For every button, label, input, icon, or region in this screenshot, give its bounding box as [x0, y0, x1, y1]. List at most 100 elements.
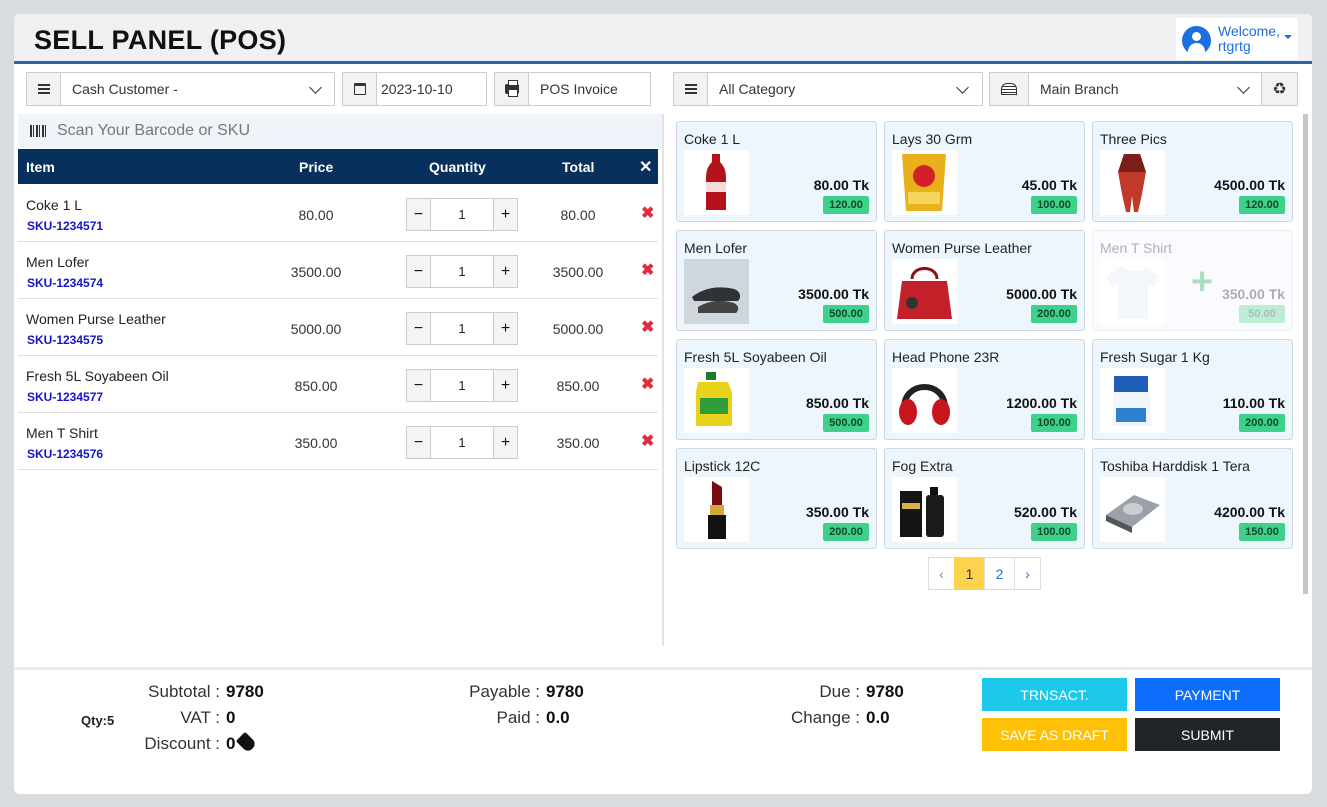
- product-price: 350.00 Tk: [805, 504, 869, 520]
- subtotal-value: 9780: [226, 682, 264, 701]
- menu-icon: [674, 73, 708, 105]
- recycle-icon: ♻: [1272, 81, 1287, 98]
- submit-button[interactable]: SUBMIT: [1135, 718, 1280, 751]
- pagination-page-1[interactable]: 1: [954, 557, 985, 590]
- product-card[interactable]: Men Lofer 3500.00 Tk 500.00: [676, 230, 877, 331]
- product-card[interactable]: Lays 30 Grm 45.00 Tk 100.00: [884, 121, 1085, 222]
- due-value: 9780: [866, 682, 904, 701]
- coke-bottle-image: [684, 150, 749, 215]
- decrement-button[interactable]: −: [407, 199, 431, 230]
- cart-item-name: Coke 1 L: [26, 197, 83, 213]
- cart-item-name: Fresh 5L Soyabeen Oil: [26, 368, 169, 384]
- col-price: Price: [299, 159, 334, 175]
- transact-button[interactable]: TRNSACT.: [982, 678, 1127, 711]
- quantity-stepper: − 1 +: [406, 255, 518, 288]
- remove-item-icon[interactable]: ✖: [641, 260, 654, 280]
- product-card[interactable]: Three Pics 4500.00 Tk 120.00: [1092, 121, 1293, 222]
- increment-button[interactable]: +: [493, 427, 517, 458]
- cart-row: Men Lofer SKU-1234574 3500.00 − 1 + 3500…: [18, 242, 658, 299]
- product-card[interactable]: Fresh Sugar 1 Kg 110.00 Tk 200.00: [1092, 339, 1293, 440]
- remove-item-icon[interactable]: ✖: [641, 374, 654, 394]
- cart-item-price: 5000.00: [290, 321, 342, 337]
- barcode-placeholder: Scan Your Barcode or SKU: [57, 122, 251, 139]
- product-name: Lays 30 Grm: [892, 131, 973, 147]
- save-draft-button[interactable]: SAVE AS DRAFT: [982, 718, 1127, 751]
- increment-button[interactable]: +: [493, 199, 517, 230]
- product-scrollbar[interactable]: [1303, 114, 1308, 594]
- menu-icon: [27, 73, 61, 105]
- category-select[interactable]: All Category: [673, 72, 983, 106]
- product-card[interactable]: Head Phone 23R 1200.00 Tk 100.00: [884, 339, 1085, 440]
- stock-badge: 200.00: [1031, 305, 1077, 323]
- cart-item-total: 350.00: [556, 435, 600, 451]
- increment-button[interactable]: +: [493, 256, 517, 287]
- quantity-input[interactable]: 1: [431, 321, 493, 336]
- decrement-button[interactable]: −: [407, 427, 431, 458]
- pagination-next[interactable]: ›: [1014, 557, 1041, 590]
- quantity-input[interactable]: 1: [431, 207, 493, 222]
- stock-badge: 200.00: [823, 523, 869, 541]
- product-name: Men T Shirt: [1100, 240, 1172, 256]
- pagination-page-2[interactable]: 2: [984, 557, 1015, 590]
- product-card[interactable]: Women Purse Leather 5000.00 Tk 200.00: [884, 230, 1085, 331]
- user-menu[interactable]: Welcome, rtgrtg: [1176, 18, 1298, 60]
- product-price: 110.00 Tk: [1222, 395, 1285, 411]
- chevron-down-icon: [956, 81, 969, 94]
- remove-item-icon[interactable]: ✖: [641, 431, 654, 451]
- tags-icon[interactable]: [235, 731, 258, 754]
- quantity-input[interactable]: 1: [431, 435, 493, 450]
- category-value: All Category: [719, 81, 796, 97]
- reset-recycle-button[interactable]: ♻: [1261, 72, 1298, 106]
- product-name: Coke 1 L: [684, 131, 741, 147]
- product-card[interactable]: Toshiba Harddisk 1 Tera 4200.00 Tk 150.0…: [1092, 448, 1293, 549]
- subtotal-label: Subtotal :: [148, 682, 220, 701]
- quantity-stepper: − 1 +: [406, 369, 518, 402]
- welcome-label: Welcome,: [1218, 23, 1280, 39]
- product-card[interactable]: Men T Shirt + 350.00 Tk 50.00: [1092, 230, 1293, 331]
- customer-select[interactable]: Cash Customer -: [26, 72, 335, 106]
- product-card[interactable]: Fog Extra 520.00 Tk 100.00: [884, 448, 1085, 549]
- discount-label: Discount :: [144, 734, 220, 753]
- chips-bag-image: [892, 150, 957, 215]
- increment-button[interactable]: +: [493, 370, 517, 401]
- loafer-shoe-image: [684, 259, 749, 324]
- oil-bottle-image: [684, 368, 749, 433]
- remove-item-icon[interactable]: ✖: [641, 317, 654, 337]
- cart-item-sku: SKU-1234574: [27, 276, 104, 290]
- date-field[interactable]: 2023-10-10: [342, 72, 487, 106]
- clear-cart-icon[interactable]: ✕: [639, 157, 652, 177]
- page-header: SELL PANEL (POS) Welcome, rtgrtg: [14, 14, 1312, 64]
- customer-value: Cash Customer -: [72, 81, 178, 97]
- payment-button[interactable]: PAYMENT: [1135, 678, 1280, 711]
- branch-select[interactable]: Main Branch: [989, 72, 1262, 106]
- quantity-input[interactable]: 1: [431, 264, 493, 279]
- product-price: 3500.00 Tk: [798, 286, 869, 302]
- perfume-image: [892, 477, 957, 542]
- barcode-search-input[interactable]: Scan Your Barcode or SKU: [18, 114, 662, 148]
- increment-button[interactable]: +: [493, 313, 517, 344]
- product-price: 4500.00 Tk: [1214, 177, 1285, 193]
- decrement-button[interactable]: −: [407, 256, 431, 287]
- product-name: Head Phone 23R: [892, 349, 1000, 365]
- product-price: 80.00 Tk: [813, 177, 869, 193]
- change-value: 0.0: [866, 708, 890, 727]
- stock-badge: 100.00: [1031, 523, 1077, 541]
- col-total: Total: [562, 159, 595, 175]
- warehouse-icon: [990, 73, 1029, 105]
- product-card[interactable]: Lipstick 12C 350.00 Tk 200.00: [676, 448, 877, 549]
- quantity-stepper: − 1 +: [406, 198, 518, 231]
- decrement-button[interactable]: −: [407, 313, 431, 344]
- remove-item-icon[interactable]: ✖: [641, 203, 654, 223]
- cart-row: Women Purse Leather SKU-1234575 5000.00 …: [18, 299, 658, 356]
- quantity-input[interactable]: 1: [431, 378, 493, 393]
- product-card[interactable]: Coke 1 L 80.00 Tk 120.00: [676, 121, 877, 222]
- invoice-type-value: POS Invoice: [540, 81, 618, 97]
- product-name: Lipstick 12C: [684, 458, 761, 474]
- cart-table-header: Item Price Quantity Total ✕: [18, 149, 658, 184]
- pagination-prev[interactable]: ‹: [928, 557, 955, 590]
- invoice-type-field[interactable]: POS Invoice: [494, 72, 651, 106]
- product-card[interactable]: Fresh 5L Soyabeen Oil 850.00 Tk 500.00: [676, 339, 877, 440]
- harddisk-image: [1100, 477, 1165, 542]
- decrement-button[interactable]: −: [407, 370, 431, 401]
- product-name: Toshiba Harddisk 1 Tera: [1100, 458, 1250, 474]
